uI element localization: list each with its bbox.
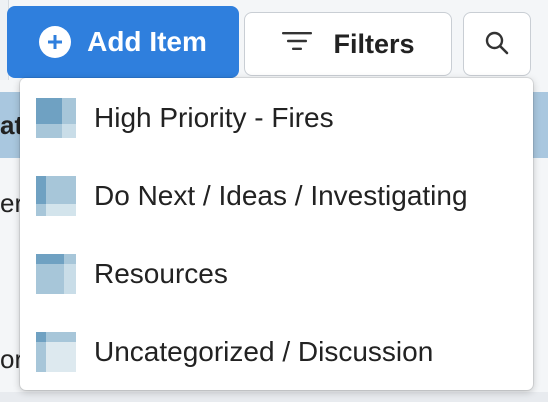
- menu-item-label: Uncategorized / Discussion: [94, 336, 434, 367]
- menu-item-do-next[interactable]: Do Next / Ideas / Investigating: [20, 157, 533, 235]
- section-grid-icon: [36, 254, 76, 294]
- add-item-button[interactable]: Add Item: [7, 6, 239, 78]
- section-grid-icon: [36, 332, 76, 372]
- section-grid-icon: [36, 98, 76, 138]
- search-icon: [484, 30, 510, 59]
- menu-item-resources[interactable]: Resources: [20, 235, 533, 313]
- plus-circle-icon: [39, 26, 72, 58]
- filters-label: Filters: [333, 28, 415, 59]
- section-grid-icon: [36, 176, 76, 216]
- add-item-label: Add Item: [87, 26, 207, 57]
- filters-button[interactable]: Filters: [244, 12, 452, 76]
- add-item-menu: High Priority - Fires Do Next / Ideas / …: [20, 78, 533, 390]
- menu-item-high-priority[interactable]: High Priority - Fires: [20, 79, 533, 157]
- menu-item-uncategorized[interactable]: Uncategorized / Discussion: [20, 313, 533, 391]
- menu-item-label: Resources: [94, 258, 228, 289]
- menu-item-label: High Priority - Fires: [94, 102, 334, 133]
- background-bottom-bar: [0, 392, 548, 402]
- search-button[interactable]: [463, 12, 531, 76]
- menu-item-label: Do Next / Ideas / Investigating: [94, 180, 468, 211]
- filter-lines-icon: [281, 29, 313, 60]
